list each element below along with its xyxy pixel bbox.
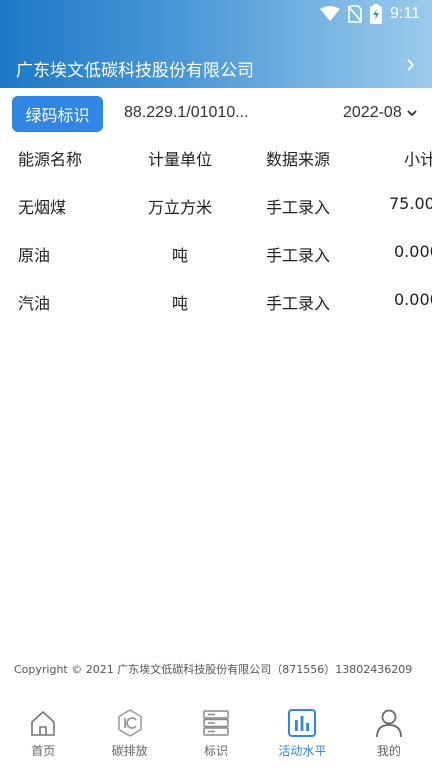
table-row[interactable]: 无烟煤 万立方米 手工录入 75.00 <box>0 180 432 228</box>
unit: 吨 <box>171 294 188 313</box>
chevron-right-icon[interactable] <box>404 57 418 73</box>
tab-label: 首页 <box>31 744 56 758</box>
tab-home[interactable]: 首页 <box>0 698 86 768</box>
subtotal: 0.000 <box>394 242 432 261</box>
source: 手工录入 <box>266 246 331 265</box>
subtotal: 75.00 <box>389 194 432 213</box>
status-bar: 9:11 <box>0 0 432 30</box>
tab-label: 碳排放 <box>111 744 148 758</box>
home-icon <box>31 710 56 736</box>
header-source: 数据来源 <box>266 150 331 169</box>
carbon-ic-icon <box>117 709 142 737</box>
table-row[interactable]: 汽油 吨 手工录入 0.000 <box>0 276 432 324</box>
table-row[interactable]: 原油 吨 手工录入 0.000 <box>0 228 432 276</box>
header-subtotal: 小计 <box>404 150 432 169</box>
copyright-text: Copyright © 2021 广东埃文低碳科技股份有限公司（871556）1… <box>14 663 413 676</box>
filter-row: 绿码标识 88.229.1/01010... 2022-08 <box>0 96 432 132</box>
battery-charging-icon <box>370 4 383 24</box>
identifier-code[interactable]: 88.229.1/01010... <box>124 104 249 122</box>
no-sim-icon <box>348 5 363 23</box>
tab-label: 活动水平 <box>278 744 327 758</box>
table-header-row: 能源名称 计量单位 数据来源 小计 <box>0 132 432 180</box>
chevron-down-icon <box>407 110 417 117</box>
bar-chart-icon <box>288 709 317 737</box>
unit: 万立方米 <box>147 198 212 217</box>
date-value: 2022-08 <box>343 104 402 121</box>
tab-label: 我的 <box>376 744 401 758</box>
energy-name: 原油 <box>18 246 51 265</box>
energy-name: 汽油 <box>18 294 51 313</box>
tab-profile[interactable]: 我的 <box>346 698 432 768</box>
wifi-icon <box>320 6 341 21</box>
company-title: 广东埃文低碳科技股份有限公司 <box>16 61 254 81</box>
server-stack-icon <box>203 710 229 736</box>
header-unit: 计量单位 <box>147 150 212 169</box>
bottom-tab-bar: 首页 碳排放 标识 活动水平 我的 <box>0 698 432 768</box>
tab-identifier[interactable]: 标识 <box>173 698 259 768</box>
source: 手工录入 <box>266 294 331 313</box>
tab-carbon-emission[interactable]: 碳排放 <box>86 698 172 768</box>
source: 手工录入 <box>266 198 331 217</box>
header-energy-name: 能源名称 <box>18 150 83 169</box>
green-code-button[interactable]: 绿码标识 <box>12 96 103 132</box>
tab-label: 标识 <box>204 744 229 758</box>
unit: 吨 <box>171 246 188 265</box>
app-header: 9:11 广东埃文低碳科技股份有限公司 <box>0 0 432 88</box>
status-time: 9:11 <box>390 5 420 22</box>
energy-name: 无烟煤 <box>18 198 67 217</box>
subtotal: 0.000 <box>394 290 432 309</box>
date-select[interactable]: 2022-08 <box>343 104 418 122</box>
energy-table: 能源名称 计量单位 数据来源 小计 无烟煤 万立方米 手工录入 75.00 原油… <box>0 132 432 324</box>
user-icon <box>375 709 402 738</box>
tab-activity-level[interactable]: 活动水平 <box>259 698 345 768</box>
